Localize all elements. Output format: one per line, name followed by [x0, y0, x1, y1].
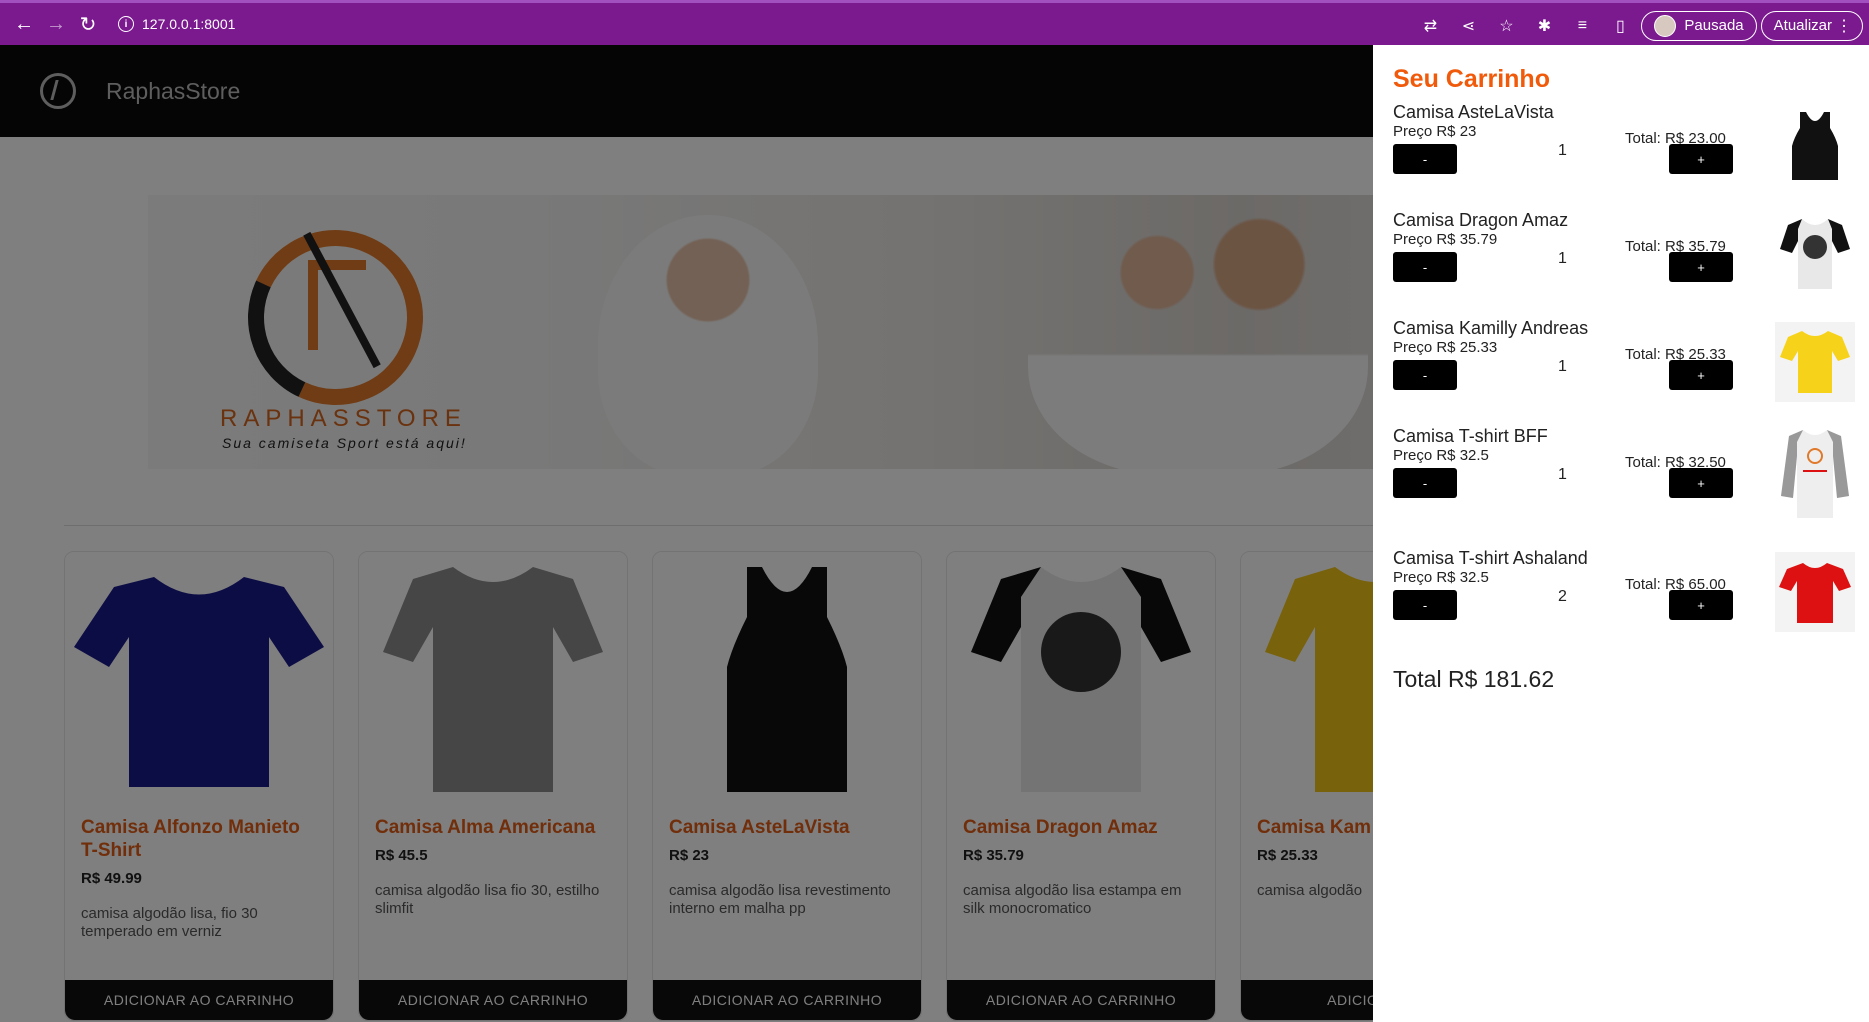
- increase-qty-button[interactable]: +: [1669, 468, 1733, 498]
- cart-item-qty: 1: [1558, 142, 1567, 159]
- cart-item-thumbnail: [1775, 426, 1855, 522]
- profile-label: Pausada: [1684, 17, 1744, 34]
- page: RaphasStore RAPHASSTORE Sua camiseta Spo…: [0, 45, 1869, 1022]
- cart-item-thumbnail: [1775, 106, 1855, 186]
- url-text: 127.0.0.1:8001: [142, 16, 236, 32]
- update-label: Atualizar: [1773, 17, 1832, 34]
- decrease-qty-button[interactable]: -: [1393, 468, 1457, 498]
- cart-item: Camisa T-shirt Ashaland Preço R$ 32.5 - …: [1393, 548, 1855, 648]
- cart-item-qty: 2: [1558, 588, 1567, 605]
- cart-grand-total: Total R$ 181.62: [1393, 666, 1555, 692]
- cart-item-qty: 1: [1558, 250, 1567, 267]
- reload-icon[interactable]: ↻: [72, 8, 104, 40]
- cart-item: Camisa T-shirt BFF Preço R$ 32.5 - 1 Tot…: [1393, 426, 1855, 526]
- increase-qty-button[interactable]: +: [1669, 144, 1733, 174]
- cart-item-qty: 1: [1558, 466, 1567, 483]
- increase-qty-button[interactable]: +: [1669, 360, 1733, 390]
- back-icon[interactable]: ←: [8, 8, 40, 40]
- decrease-qty-button[interactable]: -: [1393, 590, 1457, 620]
- decrease-qty-button[interactable]: -: [1393, 360, 1457, 390]
- increase-qty-button[interactable]: +: [1669, 590, 1733, 620]
- cart-drawer: Seu Carrinho Camisa AsteLaVista Preço R$…: [1373, 45, 1869, 1022]
- cart-item-qty: 1: [1558, 358, 1567, 375]
- cart-title: Seu Carrinho: [1393, 65, 1550, 93]
- update-button[interactable]: Atualizar: [1760, 10, 1863, 41]
- cart-item: Camisa Kamilly Andreas Preço R$ 25.33 - …: [1393, 318, 1855, 418]
- bookmark-star-icon[interactable]: ☆: [1489, 9, 1523, 43]
- modal-backdrop[interactable]: [0, 45, 1373, 1022]
- decrease-qty-button[interactable]: -: [1393, 144, 1457, 174]
- address-bar[interactable]: i 127.0.0.1:8001: [118, 16, 235, 32]
- cart-item-thumbnail: [1775, 214, 1855, 294]
- cart-item: Camisa Dragon Amaz Preço R$ 35.79 - 1 To…: [1393, 210, 1855, 310]
- browser-toolbar: ← → ↻ i 127.0.0.1:8001 ⇄ ⋖ ☆ ✱ ≡ ▯ Pausa…: [0, 0, 1869, 45]
- extensions-icon[interactable]: ✱: [1527, 9, 1561, 43]
- forward-icon[interactable]: →: [40, 8, 72, 40]
- increase-qty-button[interactable]: +: [1669, 252, 1733, 282]
- profile-button[interactable]: Pausada: [1641, 10, 1757, 41]
- cart-item-thumbnail: [1775, 552, 1855, 632]
- avatar: [1654, 14, 1677, 37]
- site-info-icon[interactable]: i: [118, 16, 134, 32]
- cart-item-thumbnail: [1775, 322, 1855, 402]
- decrease-qty-button[interactable]: -: [1393, 252, 1457, 282]
- translate-icon[interactable]: ⇄: [1413, 9, 1447, 43]
- cart-item: Camisa AsteLaVista Preço R$ 23 - 1 Total…: [1393, 102, 1855, 202]
- share-icon[interactable]: ⋖: [1451, 9, 1485, 43]
- side-panel-icon[interactable]: ▯: [1603, 9, 1637, 43]
- media-icon[interactable]: ≡: [1565, 9, 1599, 43]
- toolbar-actions: ⇄ ⋖ ☆ ✱ ≡ ▯ Pausada Atualizar: [1413, 3, 1869, 48]
